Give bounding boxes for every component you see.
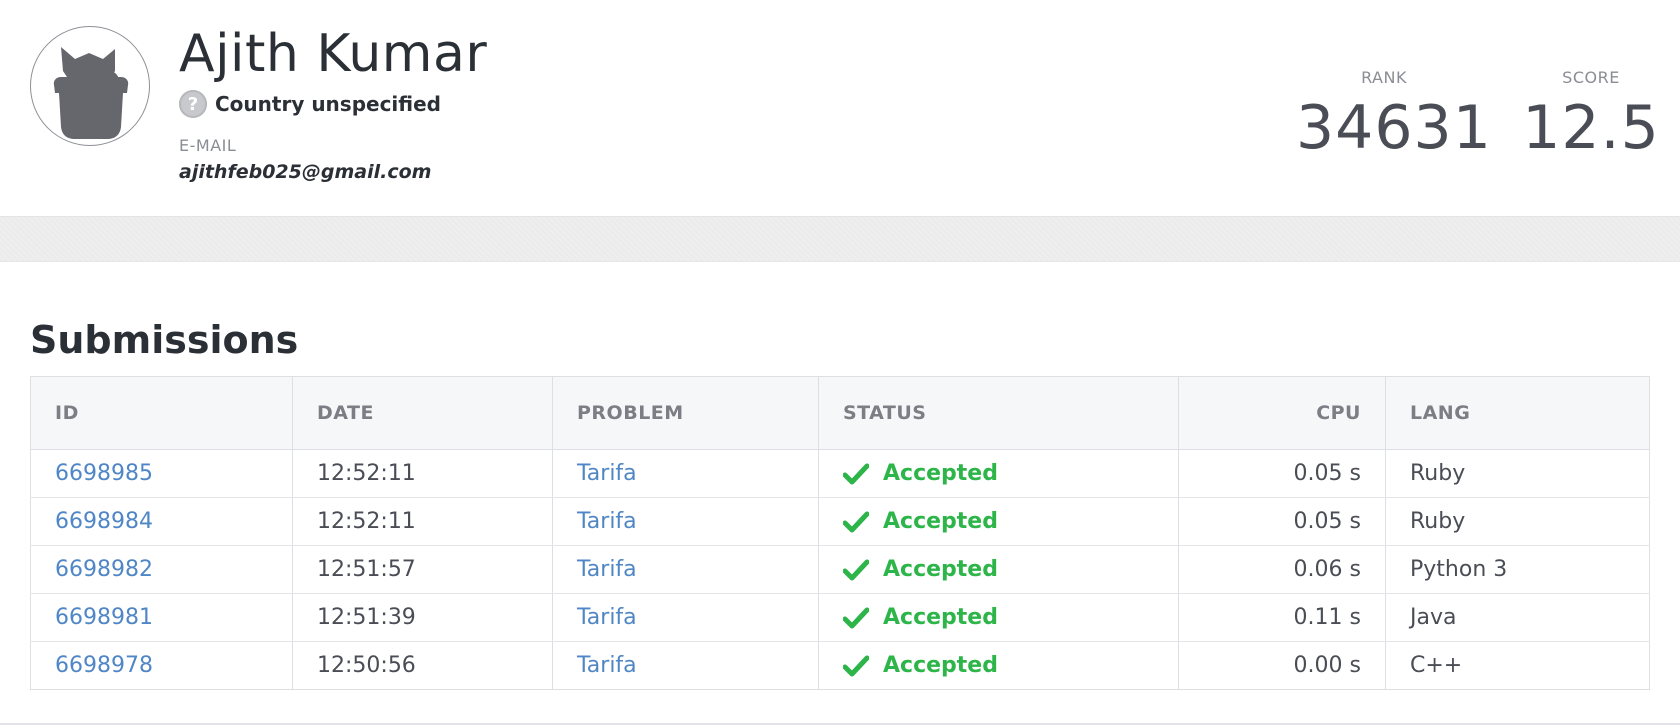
submission-status-cell: Accepted <box>818 497 1179 546</box>
submission-problem-cell: Tarifa <box>552 449 819 498</box>
score-label: SCORE <box>1562 68 1620 87</box>
rank-label: RANK <box>1361 68 1407 87</box>
country: ? Country unspecified <box>179 89 441 119</box>
rank-stat: RANK 34631 <box>1296 68 1492 163</box>
question-mark-icon: ? <box>179 90 207 118</box>
submission-id-cell: 6698978 <box>30 641 293 690</box>
submission-id-cell: 6698985 <box>30 449 293 498</box>
country-text: Country unspecified <box>215 92 441 116</box>
checkmark-icon <box>843 463 869 484</box>
submission-cpu: 0.06 s <box>1178 545 1386 594</box>
submission-status-cell: Accepted <box>818 593 1179 642</box>
problem-link[interactable]: Tarifa <box>577 653 637 678</box>
rank-value: 34631 <box>1296 93 1492 163</box>
problem-link[interactable]: Tarifa <box>577 557 637 582</box>
column-header-lang[interactable]: LANG <box>1385 376 1650 450</box>
column-header-cpu[interactable]: CPU <box>1178 376 1386 450</box>
submissions-section: Submissions ID DATE PROBLEM STATUS CPU L… <box>30 318 1650 690</box>
submission-date: 12:52:11 <box>292 449 553 498</box>
checkmark-icon <box>843 511 869 532</box>
email-label: E-MAIL <box>179 136 237 155</box>
column-header-problem[interactable]: PROBLEM <box>552 376 819 450</box>
table-row: 6698981 12:51:39 Tarifa Accepted 0.11 s … <box>30 593 1650 642</box>
submission-problem-cell: Tarifa <box>552 497 819 546</box>
submission-id-link[interactable]: 6698981 <box>55 605 153 630</box>
submission-lang: Ruby <box>1385 449 1650 498</box>
submission-lang: Python 3 <box>1385 545 1650 594</box>
status-text: Accepted <box>883 557 998 582</box>
table-row: 6698984 12:52:11 Tarifa Accepted 0.05 s … <box>30 497 1650 546</box>
table-row: 6698982 12:51:57 Tarifa Accepted 0.06 s … <box>30 545 1650 594</box>
submission-id-link[interactable]: 6698982 <box>55 557 153 582</box>
table-row: 6698985 12:52:11 Tarifa Accepted 0.05 s … <box>30 449 1650 498</box>
score-stat: SCORE 12.5 <box>1522 68 1660 161</box>
submission-lang: Java <box>1385 593 1650 642</box>
submission-lang: C++ <box>1410 653 1463 678</box>
submission-problem-cell: Tarifa <box>552 545 819 594</box>
checkmark-icon <box>843 655 869 676</box>
problem-link[interactable]: Tarifa <box>577 509 637 534</box>
submission-id-cell: 6698982 <box>30 545 293 594</box>
submission-problem-cell: Tarifa <box>552 593 819 642</box>
problem-link[interactable]: Tarifa <box>577 605 637 630</box>
submissions-table: ID DATE PROBLEM STATUS CPU LANG 6698985 … <box>30 376 1650 690</box>
table-header-row: ID DATE PROBLEM STATUS CPU LANG <box>30 376 1650 450</box>
submission-cpu: 0.11 s <box>1178 593 1386 642</box>
submission-date: 12:51:57 <box>292 545 553 594</box>
section-title: Submissions <box>30 318 299 362</box>
submission-cpu: 0.05 s <box>1178 497 1386 546</box>
profile-header: Ajith Kumar ? Country unspecified E-MAIL… <box>0 0 1680 217</box>
checkmark-icon <box>843 559 869 580</box>
column-header-status[interactable]: STATUS <box>818 376 1179 450</box>
submission-status-cell: Accepted <box>818 545 1179 594</box>
submission-cpu: 0.05 s <box>1178 449 1386 498</box>
status-text: Accepted <box>883 509 998 534</box>
submission-id-cell: 6698981 <box>30 593 293 642</box>
table-row: 6698978 12:50:56 Tarifa Accepted 0.00 s … <box>30 641 1650 690</box>
submission-status-cell: Accepted <box>818 449 1179 498</box>
status-text: Accepted <box>883 605 998 630</box>
status-text: Accepted <box>883 653 998 678</box>
avatar[interactable] <box>30 26 150 146</box>
submission-cpu: 0.00 s <box>1178 641 1386 690</box>
submission-lang: Ruby <box>1385 497 1650 546</box>
submission-id-link[interactable]: 6698984 <box>55 509 153 534</box>
status-text: Accepted <box>883 461 998 486</box>
submission-date: 12:52:11 <box>292 497 553 546</box>
submission-status-cell: Accepted <box>818 641 1179 690</box>
checkmark-icon <box>843 607 869 628</box>
submission-date: 12:51:39 <box>292 593 553 642</box>
submission-id-cell: 6698984 <box>30 497 293 546</box>
score-value: 12.5 <box>1522 93 1660 163</box>
submission-id-link[interactable]: 6698978 <box>55 653 153 678</box>
default-avatar-icon <box>53 47 129 139</box>
submission-problem-cell: Tarifa <box>552 641 819 690</box>
divider-band <box>0 217 1680 262</box>
submission-id-link[interactable]: 6698985 <box>55 461 153 486</box>
column-header-id[interactable]: ID <box>30 376 293 450</box>
email-value: ajithfeb025@gmail.com <box>179 161 432 183</box>
column-header-date[interactable]: DATE <box>292 376 553 450</box>
problem-link[interactable]: Tarifa <box>577 461 637 486</box>
user-name: Ajith Kumar <box>179 24 488 84</box>
submission-date: 12:50:56 <box>292 641 553 690</box>
